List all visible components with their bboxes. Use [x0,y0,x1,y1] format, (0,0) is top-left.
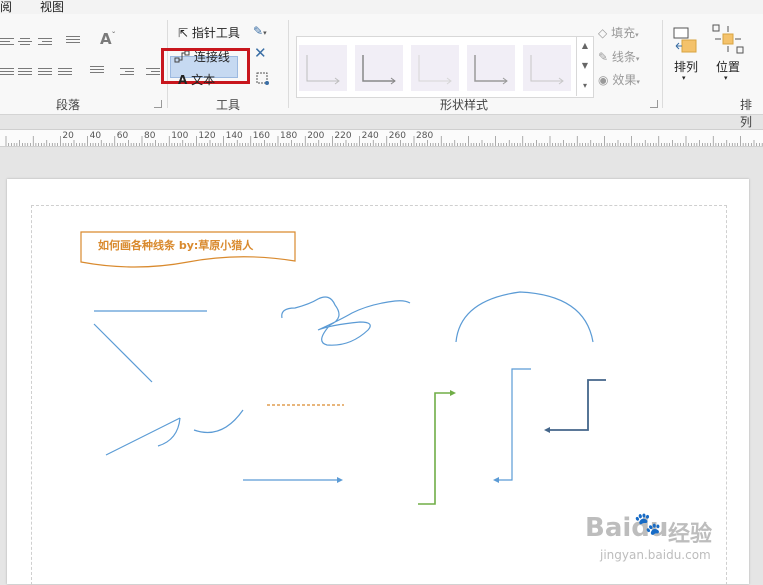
text-direction-icon[interactable] [90,64,104,76]
shape-styles-launcher-icon[interactable] [650,100,658,108]
shape-style-item[interactable] [467,45,515,91]
effect-button[interactable]: ◉ 效果▾ [598,71,640,88]
text-tool-button[interactable]: A 文本 [178,71,215,88]
align-center-icon[interactable] [18,36,32,48]
paragraph-launcher-icon[interactable] [154,100,162,108]
ruler-label: 140 [225,131,243,141]
arrange-dropdown-icon[interactable]: ▾ [682,74,686,82]
separator [662,20,663,108]
justify-left-icon[interactable] [0,66,14,78]
group-label-shape-styles: 形状样式 [440,98,489,112]
ruler-label: 280 [416,131,434,141]
close-icon[interactable]: ✕ [254,44,267,62]
pencil-icon[interactable]: ✎▾ [253,24,267,38]
fill-button[interactable]: ◇ 填充▾ [598,24,639,41]
line-label: 线条 [611,50,636,64]
group-label-tools: 工具 [216,98,241,112]
justify-icon[interactable] [58,66,72,78]
shape-style-item[interactable] [411,45,459,91]
ruler-label: 120 [198,131,216,141]
arrange-label: 排列 [674,60,699,74]
ruler-label: 200 [307,131,325,141]
effect-icon: ◉ [598,73,609,87]
ruler-label: 80 [144,131,156,141]
horizontal-ruler [0,129,763,147]
pointer-tool-label: 指针工具 [191,26,240,40]
position-dropdown-icon[interactable]: ▾ [724,74,728,82]
line-icon: ✎ [598,50,609,64]
line-button[interactable]: ✎ 线条▾ [598,48,639,65]
separator [288,20,289,108]
effect-label: 效果 [612,73,637,87]
group-label-arrange: 排列 [740,98,753,129]
paw-icon: 🐾 [634,512,662,537]
ruler-label: 20 [62,131,74,141]
fill-label: 填充 [611,26,636,40]
menu-item-view[interactable]: 视图 [40,0,64,15]
ruler-label: 160 [252,131,270,141]
menu-item-partial[interactable]: 阅 [0,0,12,15]
justify-right-icon[interactable] [38,66,52,78]
watermark-url: jingyan.baidu.com [600,548,711,562]
group-label-paragraph: 段落 [56,98,81,112]
watermark-brand-cn: 经验 [668,522,713,547]
text-tool-label: 文本 [191,73,216,87]
ruler-label: 220 [334,131,352,141]
gallery-scroll[interactable]: ▲ ▼ ▾ [576,36,593,96]
ruler-label: 40 [89,131,102,141]
ruler-ticks [5,136,763,146]
scroll-up-icon[interactable]: ▲ [577,36,593,56]
ruler-label: 240 [361,131,379,141]
ruler-label: 180 [280,131,298,141]
shape-style-item[interactable] [355,45,403,91]
position-label: 位置 [716,60,741,74]
pointer-tool-button[interactable]: ⇱ 指针工具 [178,24,240,41]
canvas-title: 如何画各种线条 by:草原小猎人 [98,239,254,252]
ribbon: Aˇ 段落 ⇱ 指针工具 ✎▾ 连接线 ✕ A 文本 工具 ▲ ▼ ▾ ◇ 填充… [0,14,763,129]
gallery-more-icon[interactable]: ▾ [577,76,593,96]
menu-bar: 阅 视图 [0,0,763,14]
connection-point-icon[interactable] [254,70,270,89]
bullet-list-icon[interactable] [66,34,80,46]
fill-icon: ◇ [598,26,608,40]
text-icon: A [178,73,188,87]
ruler-label: 260 [388,131,406,141]
position-icon [712,24,744,54]
font-size-icon[interactable]: Aˇ [100,30,116,48]
arrange-button[interactable] [672,26,700,59]
justify-center-icon[interactable] [18,66,32,78]
pointer-icon: ⇱ [178,26,189,40]
ruler-label: 100 [171,131,189,141]
arrange-icon [673,27,697,53]
shape-style-item[interactable] [523,45,571,91]
scroll-down-icon[interactable]: ▼ [577,56,593,76]
align-left-icon[interactable] [0,36,14,48]
position-button[interactable] [712,24,744,57]
shape-style-item[interactable] [299,45,347,91]
decrease-indent-icon[interactable] [120,66,134,78]
ruler-label: 60 [116,131,129,141]
align-right-icon[interactable] [38,36,52,48]
increase-indent-icon[interactable] [146,66,160,78]
